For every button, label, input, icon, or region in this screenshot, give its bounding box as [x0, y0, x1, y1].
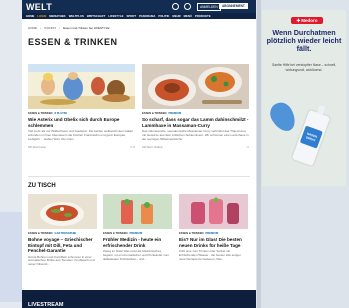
nav-item-wirtschaft[interactable]: WIRTSCHAFT	[87, 14, 106, 18]
scrollbar[interactable]	[257, 0, 261, 308]
drop-graphic	[265, 98, 301, 136]
article-meta: Stil.Start, Hatted ▭	[142, 145, 249, 150]
advertisement[interactable]: ✚ Medoro Wenn Durchatmen plötzlich wiede…	[262, 10, 346, 186]
article-title[interactable]: Eis? Nur im Glas! Die besten neuen Drink…	[179, 237, 248, 248]
nav-item-panorama[interactable]: PANORAMA	[139, 14, 155, 18]
nav-item-mediathek[interactable]: MEDIATHEK	[49, 14, 65, 18]
article-title[interactable]: Frühler Medizin - heute ein erfrischende…	[103, 237, 172, 248]
article-card[interactable]: ESSEN & TRINKEN GASTROSOPHIE Bohne voyag…	[28, 194, 97, 267]
cross-icon: ✚	[296, 17, 301, 23]
section-title: ESSEN & TRINKEN	[28, 37, 118, 47]
article-kicker: ESSEN & TRINKEN PREMIUM	[179, 232, 219, 235]
main-nav: HOME LOGIN MEDIATHEK WELTPLUS WIRTSCHAFT…	[22, 13, 256, 19]
nav-item-weltplus[interactable]: WELTPLUS	[69, 14, 84, 18]
nav-item-menu[interactable]: MENÜ	[184, 14, 192, 18]
asterix-comic-image[interactable]	[28, 64, 135, 109]
welt-logo[interactable]: WELT	[26, 2, 52, 12]
bottle-label: NASEN SPRAY	[299, 125, 323, 149]
nav-item-sport[interactable]: SPORT	[126, 14, 136, 18]
article-title[interactable]: So scharf, dass sogar das Lamm dahinschm…	[142, 117, 249, 128]
subscribe-button[interactable]: ABONNEMENT	[219, 3, 248, 9]
breadcrumb-home[interactable]: HOME	[28, 26, 37, 30]
ad-brand-badge: ✚ Medoro	[291, 17, 323, 24]
welt-page: WELT ANMELDEN ABONNEMENT HOME LOGIN MEDI…	[22, 0, 256, 308]
article-card[interactable]: ESSEN & TRINKEN 8 PLÄTZE Wie Asterix und…	[28, 64, 135, 149]
login-button[interactable]: ANMELDEN	[197, 3, 221, 11]
article-teaser: Grüne Bohnen und Kartoffeln schmoren in …	[28, 254, 95, 267]
bookmark-icon[interactable]: ▭	[246, 145, 249, 149]
comment-count[interactable]: ▭ 6	[130, 145, 135, 149]
article-card[interactable]: ESSEN & TRINKEN PREMIUM So scharf, dass …	[142, 64, 249, 149]
subsection-title: ZU TISCH	[28, 183, 56, 189]
nav-item-produkte[interactable]: PRODUKTE	[195, 14, 211, 18]
header-icons	[172, 3, 191, 10]
section-divider	[28, 176, 250, 177]
article-card[interactable]: ESSEN & TRINKEN PREMIUM Frühler Medizin …	[103, 194, 172, 261]
article-kicker: ESSEN & TRINKEN 8 PLÄTZE	[28, 112, 68, 115]
article-teaser: Viel mehr als nur Wildschwein und Gaulwe…	[28, 129, 134, 141]
nav-item-home[interactable]: HOME	[26, 14, 34, 18]
livestream-label: LIVESTREAM	[28, 302, 64, 308]
article-kicker: ESSEN & TRINKEN PREMIUM	[103, 232, 143, 235]
nasal-spray-bottle: NASEN SPRAY	[291, 105, 331, 167]
top-header: WELT ANMELDEN ABONNEMENT	[22, 0, 256, 13]
article-card[interactable]: ESSEN & TRINKEN PREMIUM Eis? Nur im Glas…	[179, 194, 248, 261]
breadcrumb: HOME › ICONIST › Essen und Trinken bei L…	[28, 26, 256, 30]
breadcrumb-current: Essen und Trinken bei LIFESTYLE	[63, 26, 110, 30]
breadcrumb-separator: ›	[59, 26, 61, 30]
article-teaser: Kühl eine zum Trinken oder Sorbet mit Er…	[179, 249, 241, 261]
article-meta: Stil.Start Haus ▭ 6	[28, 145, 135, 150]
ice-drinks-image[interactable]	[179, 194, 248, 229]
article-teaser: Zweig im Glas! Was einst als Medizinisch…	[103, 249, 170, 261]
nav-item-mehr[interactable]: MEHR	[172, 14, 180, 18]
user-icon[interactable]	[184, 3, 191, 10]
article-title[interactable]: Bohne voyage – Griechischer Eintopf mit …	[28, 237, 97, 254]
bean-stew-image[interactable]	[28, 194, 97, 229]
ad-headline: Wenn Durchatmen plötzlich wieder leicht …	[266, 28, 342, 53]
ad-subtext: Sanfte Hilfe bei verstopfter Nase – schn…	[271, 63, 337, 72]
breadcrumb-separator: ›	[40, 26, 41, 30]
nav-item-lifestyle[interactable]: LIFESTYLE	[108, 14, 123, 18]
livestream-bar[interactable]: LIVESTREAM	[22, 290, 256, 308]
curry-dish-image[interactable]	[142, 64, 249, 109]
search-icon[interactable]	[172, 3, 179, 10]
drink-glass-image[interactable]	[103, 194, 172, 229]
article-kicker: ESSEN & TRINKEN PREMIUM	[142, 112, 182, 115]
article-kicker: ESSEN & TRINKEN GASTROSOPHIE	[28, 232, 77, 235]
article-title[interactable]: Wie Asterix und Obelix sich durch Europe…	[28, 117, 135, 128]
article-teaser: Das indonesische, seemännische Massaman-…	[142, 129, 249, 141]
breadcrumb-iconist[interactable]: ICONIST	[44, 26, 56, 30]
nav-item-politik[interactable]: POLITIK	[158, 14, 169, 18]
nav-item-login[interactable]: LOGIN	[37, 14, 46, 18]
